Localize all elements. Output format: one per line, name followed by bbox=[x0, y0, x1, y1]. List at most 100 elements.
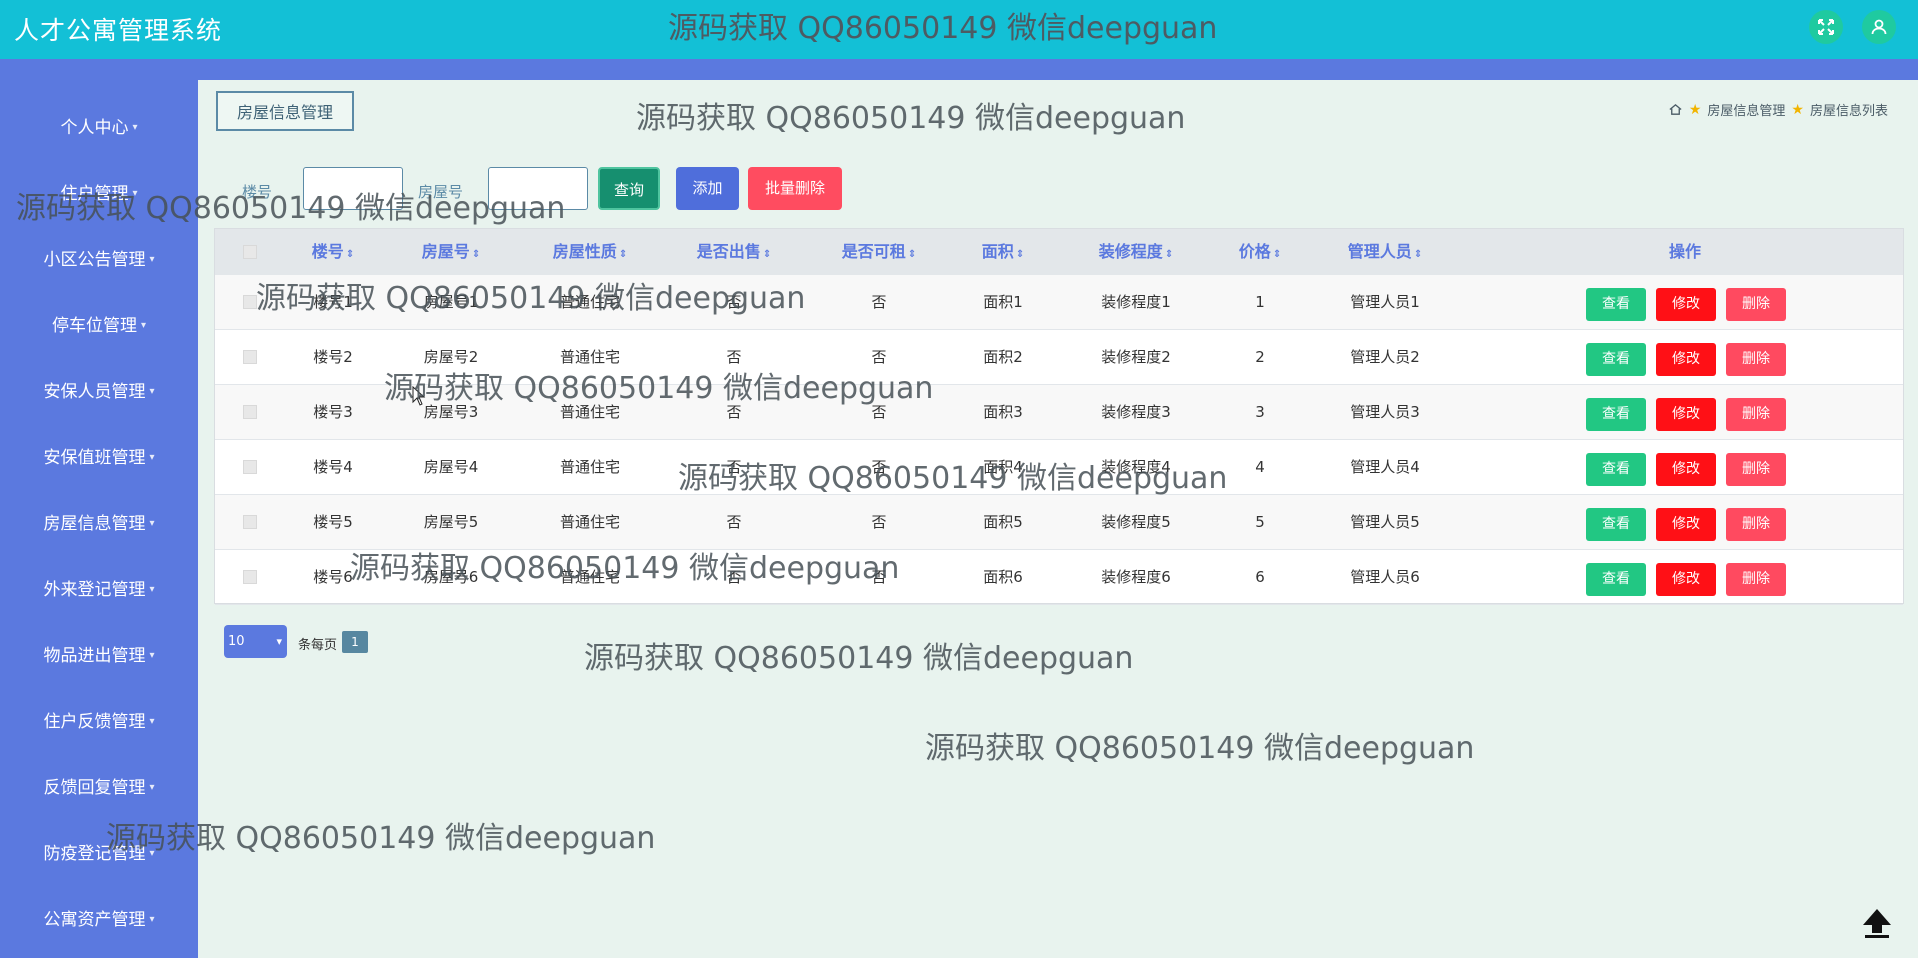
cell-area: 面积1 bbox=[983, 293, 1023, 311]
cell-for-rent: 否 bbox=[871, 293, 887, 311]
user-icon[interactable] bbox=[1862, 10, 1896, 44]
fullscreen-icon[interactable] bbox=[1809, 10, 1843, 44]
select-all-checkbox[interactable] bbox=[243, 245, 257, 259]
chevron-down-icon: ▾ bbox=[140, 320, 147, 331]
cell-room: 房屋号3 bbox=[423, 403, 479, 421]
star-icon: ★ bbox=[1688, 101, 1702, 118]
cell-price: 4 bbox=[1255, 458, 1265, 476]
view-button[interactable]: 查看 bbox=[1586, 398, 1646, 431]
cell-building: 楼号1 bbox=[313, 293, 353, 311]
sort-icon: ⇕ bbox=[1015, 249, 1025, 260]
back-to-top-icon[interactable] bbox=[1858, 903, 1896, 941]
column-header-property-type[interactable]: 房屋性质 ⇕ bbox=[553, 229, 627, 275]
chevron-down-icon: ▾ bbox=[149, 254, 155, 265]
sidebar-item-label: 安保值班管理 bbox=[43, 448, 146, 468]
column-header-area[interactable]: 面积 ⇕ bbox=[982, 229, 1024, 275]
sidebar-item-personal-center[interactable]: 个人中心 ▾ bbox=[0, 108, 198, 148]
cell-price: 6 bbox=[1255, 568, 1265, 586]
sidebar-item-parking[interactable]: 停车位管理 ▾ bbox=[0, 306, 198, 346]
batch-delete-button[interactable]: 批量删除 bbox=[748, 167, 842, 210]
table-row: 楼号1 房屋号1 普通住宅 否 否 面积1 装修程度1 1 管理人员1 查看 修… bbox=[215, 275, 1903, 330]
cell-for-sale: 否 bbox=[726, 513, 742, 531]
housing-table: 楼号 ⇕ 房屋号 ⇕ 房屋性质 ⇕ 是否出售 ⇕ 是否可租 ⇕ 面积 ⇕ 装修程度 ⇕ 价格 ⇕… bbox=[214, 228, 1904, 605]
row-checkbox[interactable] bbox=[243, 295, 257, 309]
delete-button[interactable]: 删除 bbox=[1726, 288, 1786, 321]
cell-building: 楼号3 bbox=[313, 403, 353, 421]
table-row: 楼号5 房屋号5 普通住宅 否 否 面积5 装修程度5 5 管理人员5 查看 修… bbox=[215, 495, 1903, 550]
sort-icon: ⇕ bbox=[907, 249, 917, 260]
building-label: 楼号 bbox=[242, 183, 273, 201]
page-size-select[interactable]: 10 ▾ bbox=[224, 625, 287, 658]
cell-property-type: 普通住宅 bbox=[559, 513, 621, 531]
chevron-down-icon: ▾ bbox=[149, 914, 155, 925]
row-checkbox[interactable] bbox=[243, 460, 257, 474]
sort-icon: ⇕ bbox=[1272, 249, 1282, 260]
cell-for-sale: 否 bbox=[726, 403, 742, 421]
column-header-for-sale[interactable]: 是否出售 ⇕ bbox=[697, 229, 771, 275]
building-input[interactable] bbox=[303, 167, 403, 210]
page-number-button[interactable]: 1 bbox=[342, 631, 368, 653]
app-title: 人才公寓管理系统 bbox=[14, 16, 223, 45]
delete-button[interactable]: 删除 bbox=[1726, 398, 1786, 431]
cell-manager: 管理人员3 bbox=[1350, 403, 1420, 421]
delete-button[interactable]: 删除 bbox=[1726, 563, 1786, 596]
room-input[interactable] bbox=[488, 167, 588, 210]
sidebar-item-feedback-reply[interactable]: 反馈回复管理 ▾ bbox=[0, 768, 198, 808]
sidebar-item-housing-info[interactable]: 房屋信息管理 ▾ bbox=[0, 504, 198, 544]
cell-for-rent: 否 bbox=[871, 403, 887, 421]
cell-price: 2 bbox=[1255, 348, 1265, 366]
edit-button[interactable]: 修改 bbox=[1656, 343, 1716, 376]
sidebar-item-apartment-assets[interactable]: 公寓资产管理 ▾ bbox=[0, 900, 198, 940]
cell-building: 楼号6 bbox=[313, 568, 353, 586]
query-button[interactable]: 查询 bbox=[598, 167, 660, 210]
column-header-room[interactable]: 房屋号 ⇕ bbox=[422, 229, 480, 275]
cell-for-rent: 否 bbox=[871, 458, 887, 476]
row-checkbox[interactable] bbox=[243, 350, 257, 364]
cell-area: 面积6 bbox=[983, 568, 1023, 586]
row-checkbox[interactable] bbox=[243, 570, 257, 584]
view-button[interactable]: 查看 bbox=[1586, 508, 1646, 541]
sidebar-item-label: 安保人员管理 bbox=[43, 382, 146, 402]
cell-for-rent: 否 bbox=[871, 568, 887, 586]
sidebar-item-security-shifts[interactable]: 安保值班管理 ▾ bbox=[0, 438, 198, 478]
breadcrumb-level2: 房屋信息列表 bbox=[1809, 104, 1888, 119]
cell-decoration: 装修程度3 bbox=[1101, 403, 1171, 421]
sidebar-item-residents[interactable]: 住户管理 ▾ bbox=[0, 174, 198, 214]
add-button[interactable]: 添加 bbox=[676, 167, 739, 210]
row-checkbox[interactable] bbox=[243, 405, 257, 419]
cell-for-sale: 否 bbox=[726, 458, 742, 476]
sidebar-item-notices[interactable]: 小区公告管理 ▾ bbox=[0, 240, 198, 280]
delete-button[interactable]: 删除 bbox=[1726, 508, 1786, 541]
view-button[interactable]: 查看 bbox=[1586, 453, 1646, 486]
sidebar-item-label: 个人中心 bbox=[60, 118, 129, 138]
breadcrumb-level1[interactable]: 房屋信息管理 bbox=[1707, 100, 1785, 119]
column-header-manager[interactable]: 管理人员 ⇕ bbox=[1348, 229, 1422, 275]
sidebar-item-security-staff[interactable]: 安保人员管理 ▾ bbox=[0, 372, 198, 412]
sidebar-item-visitor-registration[interactable]: 外来登记管理 ▾ bbox=[0, 570, 198, 610]
edit-button[interactable]: 修改 bbox=[1656, 288, 1716, 321]
view-button[interactable]: 查看 bbox=[1586, 563, 1646, 596]
cell-room: 房屋号5 bbox=[423, 513, 479, 531]
column-header-building[interactable]: 楼号 ⇕ bbox=[312, 229, 354, 275]
sidebar-item-resident-feedback[interactable]: 住户反馈管理 ▾ bbox=[0, 702, 198, 742]
delete-button[interactable]: 删除 bbox=[1726, 343, 1786, 376]
cell-manager: 管理人员6 bbox=[1350, 568, 1420, 586]
edit-button[interactable]: 修改 bbox=[1656, 508, 1716, 541]
sidebar-item-epidemic-registration[interactable]: 防疫登记管理 ▾ bbox=[0, 834, 198, 874]
view-button[interactable]: 查看 bbox=[1586, 288, 1646, 321]
home-icon[interactable] bbox=[1668, 102, 1683, 117]
row-checkbox[interactable] bbox=[243, 515, 257, 529]
delete-button[interactable]: 删除 bbox=[1726, 453, 1786, 486]
edit-button[interactable]: 修改 bbox=[1656, 453, 1716, 486]
edit-button[interactable]: 修改 bbox=[1656, 563, 1716, 596]
column-header-price[interactable]: 价格 ⇕ bbox=[1239, 229, 1281, 275]
cell-decoration: 装修程度2 bbox=[1101, 348, 1171, 366]
view-button[interactable]: 查看 bbox=[1586, 343, 1646, 376]
sidebar-item-goods-in-out[interactable]: 物品进出管理 ▾ bbox=[0, 636, 198, 676]
column-header-decoration[interactable]: 装修程度 ⇕ bbox=[1099, 229, 1173, 275]
cell-for-sale: 否 bbox=[726, 568, 742, 586]
section-title-button[interactable]: 房屋信息管理 bbox=[216, 91, 354, 131]
edit-button[interactable]: 修改 bbox=[1656, 398, 1716, 431]
table-row: 楼号4 房屋号4 普通住宅 否 否 面积4 装修程度4 4 管理人员4 查看 修… bbox=[215, 440, 1903, 495]
column-header-for-rent[interactable]: 是否可租 ⇕ bbox=[842, 229, 916, 275]
